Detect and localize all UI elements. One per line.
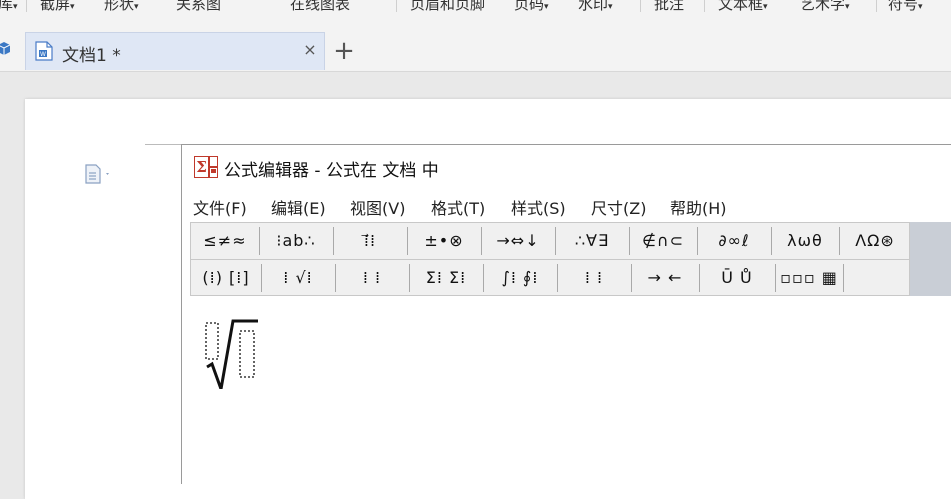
menu-style[interactable]: 样式(S) bbox=[511, 195, 566, 219]
svg-text:W: W bbox=[40, 51, 46, 58]
palette-misc-symbols[interactable]: ∂∞ℓ bbox=[701, 226, 767, 256]
palette-bar-templates[interactable]: ⁞ ⁞ bbox=[561, 263, 627, 293]
equation-editing-area[interactable] bbox=[182, 297, 951, 485]
paragraph-icon[interactable] bbox=[82, 164, 112, 184]
palette-greek-lower[interactable]: λωθ bbox=[775, 226, 835, 256]
palette-greek-upper[interactable]: ΛΩ⊛ bbox=[843, 226, 907, 256]
equation-editor-menubar: 文件(F) 编辑(E) 视图(V) 格式(T) 样式(S) 尺寸(Z) 帮助(H… bbox=[182, 189, 951, 221]
palette-row-symbols: ≤≠≈ ⁝ab∴ ⁞⃗⁞ ±•⊗ →⇔↓ ∴∀∃ ∉∩⊂ ∂∞ℓ λωθ ΛΩ⊛ bbox=[191, 223, 909, 260]
equation-editor-titlebar[interactable]: Σ 公式编辑器 - 公式在 文档 中 bbox=[182, 145, 951, 185]
palette-logic[interactable]: ∴∀∃ bbox=[559, 226, 625, 256]
menu-view[interactable]: 视图(V) bbox=[350, 195, 405, 219]
menu-help[interactable]: 帮助(H) bbox=[670, 195, 727, 219]
document-icon: W bbox=[35, 41, 53, 61]
margin-marker bbox=[145, 144, 181, 145]
menu-format[interactable]: 格式(T) bbox=[431, 195, 485, 219]
cube-icon[interactable] bbox=[0, 42, 10, 56]
document-tab-title: 文档1 * bbox=[62, 46, 121, 66]
palette-relations[interactable]: ≤≠≈ bbox=[195, 226, 255, 256]
document-tab[interactable]: W 文档1 * × bbox=[25, 32, 325, 70]
palette-labeled-arrow-templates[interactable]: → ← bbox=[635, 263, 695, 293]
palette-fence-templates[interactable]: (⁞) [⁞] bbox=[195, 263, 257, 293]
palette-matrix-templates[interactable]: ▫▫▫ ▦ bbox=[779, 263, 839, 293]
equation-editor-window: Σ 公式编辑器 - 公式在 文档 中 文件(F) 编辑(E) 视图(V) 格式(… bbox=[181, 144, 951, 485]
palette-row-templates: (⁞) [⁞] ⁞ √⁞ ⁞ ⁞ Σ⁞ Σ⁞ ∫⁞ ∮⁞ ⁞ ⁞ → ← Ū Ů… bbox=[191, 260, 909, 296]
palette-embellishments[interactable]: ⁞⃗⁞ bbox=[337, 226, 403, 256]
add-icon[interactable]: + bbox=[332, 37, 356, 65]
palette-set-theory[interactable]: ∉∩⊂ bbox=[633, 226, 693, 256]
palette-summation-templates[interactable]: Σ⁞ Σ⁞ bbox=[413, 263, 479, 293]
palette-subscript-templates[interactable]: ⁞ ⁞ bbox=[339, 263, 405, 293]
palette-spaces-ellipses[interactable]: ⁝ab∴ bbox=[263, 226, 329, 256]
palette-empty-area bbox=[910, 222, 951, 296]
menu-file[interactable]: 文件(F) bbox=[193, 195, 247, 219]
document-tab-bar: W 文档1 * × + bbox=[0, 12, 951, 72]
symbol-palette: ≤≠≈ ⁝ab∴ ⁞⃗⁞ ±•⊗ →⇔↓ ∴∀∃ ∉∩⊂ ∂∞ℓ λωθ ΛΩ⊛… bbox=[190, 222, 910, 296]
sigma-icon: Σ bbox=[194, 156, 218, 178]
palette-product-templates[interactable]: Ū Ů bbox=[703, 263, 771, 293]
svg-text:Σ: Σ bbox=[196, 158, 207, 176]
palette-arrows[interactable]: →⇔↓ bbox=[485, 226, 551, 256]
sqrt-template-icon[interactable] bbox=[202, 317, 262, 389]
equation-editor-title: 公式编辑器 - 公式在 文档 中 bbox=[224, 161, 439, 181]
palette-integral-templates[interactable]: ∫⁞ ∮⁞ bbox=[487, 263, 553, 293]
close-icon[interactable]: × bbox=[302, 40, 318, 60]
palette-operators[interactable]: ±•⊗ bbox=[411, 226, 477, 256]
menu-size[interactable]: 尺寸(Z) bbox=[591, 195, 646, 219]
menu-edit[interactable]: 编辑(E) bbox=[271, 195, 326, 219]
palette-fraction-radical-templates[interactable]: ⁞ √⁞ bbox=[265, 263, 331, 293]
